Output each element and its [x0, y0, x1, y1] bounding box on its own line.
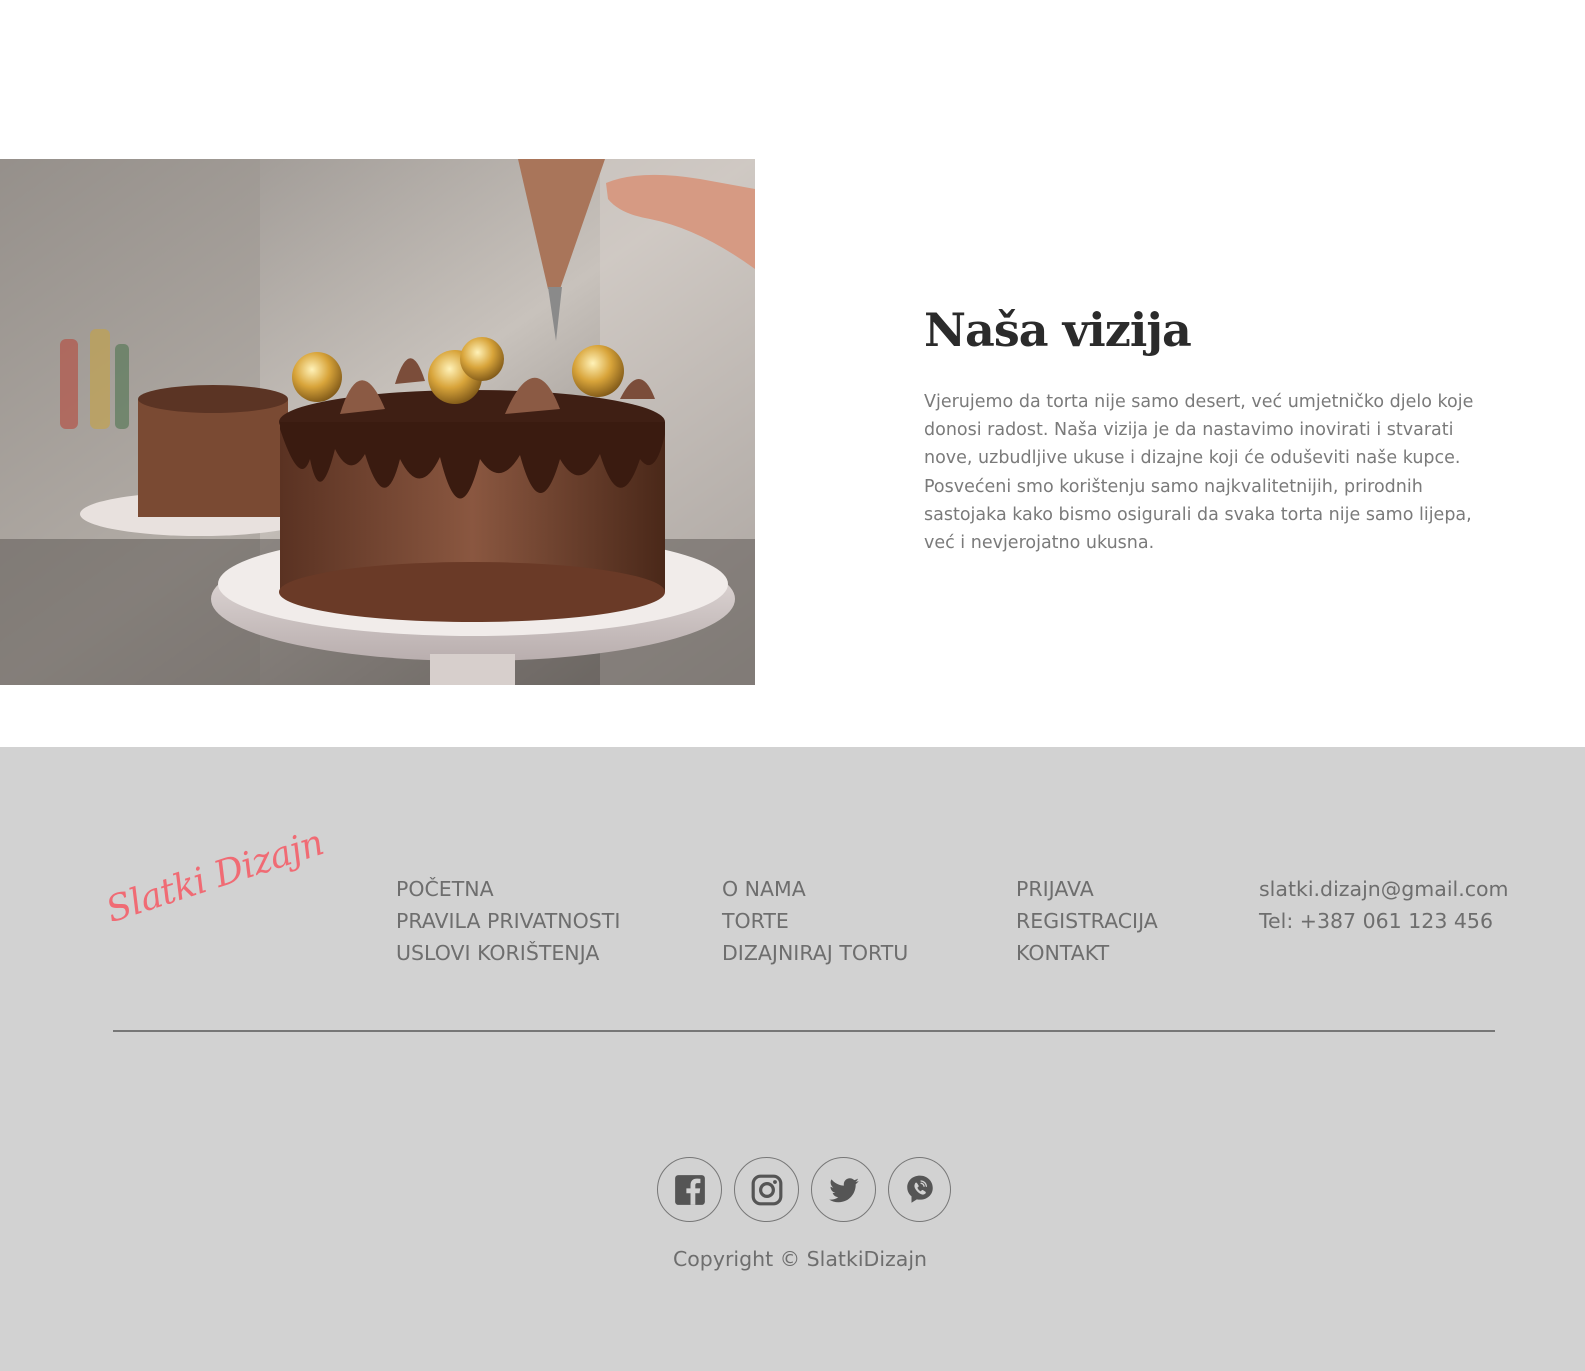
footer-divider — [113, 1030, 1495, 1032]
footer-link-kontakt[interactable]: KONTAKT — [1016, 937, 1158, 969]
twitter-icon — [828, 1177, 859, 1202]
logo[interactable]: Slatki Dizajn — [101, 822, 328, 962]
instagram-button[interactable] — [734, 1157, 799, 1222]
viber-icon — [906, 1175, 933, 1203]
footer-link-prijava[interactable]: PRIJAVA — [1016, 873, 1158, 905]
twitter-button[interactable] — [811, 1157, 876, 1222]
footer-link-pravila-privatnosti[interactable]: PRAVILA PRIVATNOSTI — [396, 905, 620, 937]
footer-nav-column-3: PRIJAVA REGISTRACIJA KONTAKT — [1016, 873, 1158, 969]
chocolate-cake-image — [0, 159, 755, 685]
footer-link-uslovi-koristenja[interactable]: USLOVI KORIŠTENJA — [396, 937, 620, 969]
vision-text-block: Naša vizija Vjerujemo da torta nije samo… — [924, 300, 1484, 557]
facebook-button[interactable] — [657, 1157, 722, 1222]
footer-nav-column-1: POČETNA PRAVILA PRIVATNOSTI USLOVI KORIŠ… — [396, 873, 620, 969]
contact-phone: Tel: +387 061 123 456 — [1259, 909, 1494, 933]
vision-section: Naša vizija Vjerujemo da torta nije samo… — [0, 0, 1585, 747]
footer-link-dizajniraj-tortu[interactable]: DIZAJNIRAJ TORTU — [722, 937, 908, 969]
cake-photo — [0, 159, 755, 685]
footer-link-pocetna[interactable]: POČETNA — [396, 873, 620, 905]
viber-button[interactable] — [888, 1157, 951, 1222]
logo-text: Slatki Dizajn — [101, 822, 329, 931]
footer-nav-column-2: O NAMA TORTE DIZAJNIRAJ TORTU — [722, 873, 908, 969]
social-links — [657, 1157, 951, 1222]
footer-link-torte[interactable]: TORTE — [722, 905, 908, 937]
footer-link-o-nama[interactable]: O NAMA — [722, 873, 908, 905]
contact-info: slatki.dizajn@gmail.com Tel: +387 061 12… — [1259, 873, 1509, 937]
instagram-icon — [751, 1174, 782, 1205]
footer-link-registracija[interactable]: REGISTRACIJA — [1016, 905, 1158, 937]
vision-title: Naša vizija — [924, 303, 1192, 357]
copyright-text: Copyright © SlatkiDizajn — [672, 1247, 928, 1271]
facebook-icon — [674, 1174, 705, 1205]
contact-email[interactable]: slatki.dizajn@gmail.com — [1259, 873, 1509, 905]
site-footer: Slatki Dizajn POČETNA PRAVILA PRIVATNOST… — [0, 747, 1585, 1371]
vision-description: Vjerujemo da torta nije samo desert, već… — [924, 392, 1474, 554]
